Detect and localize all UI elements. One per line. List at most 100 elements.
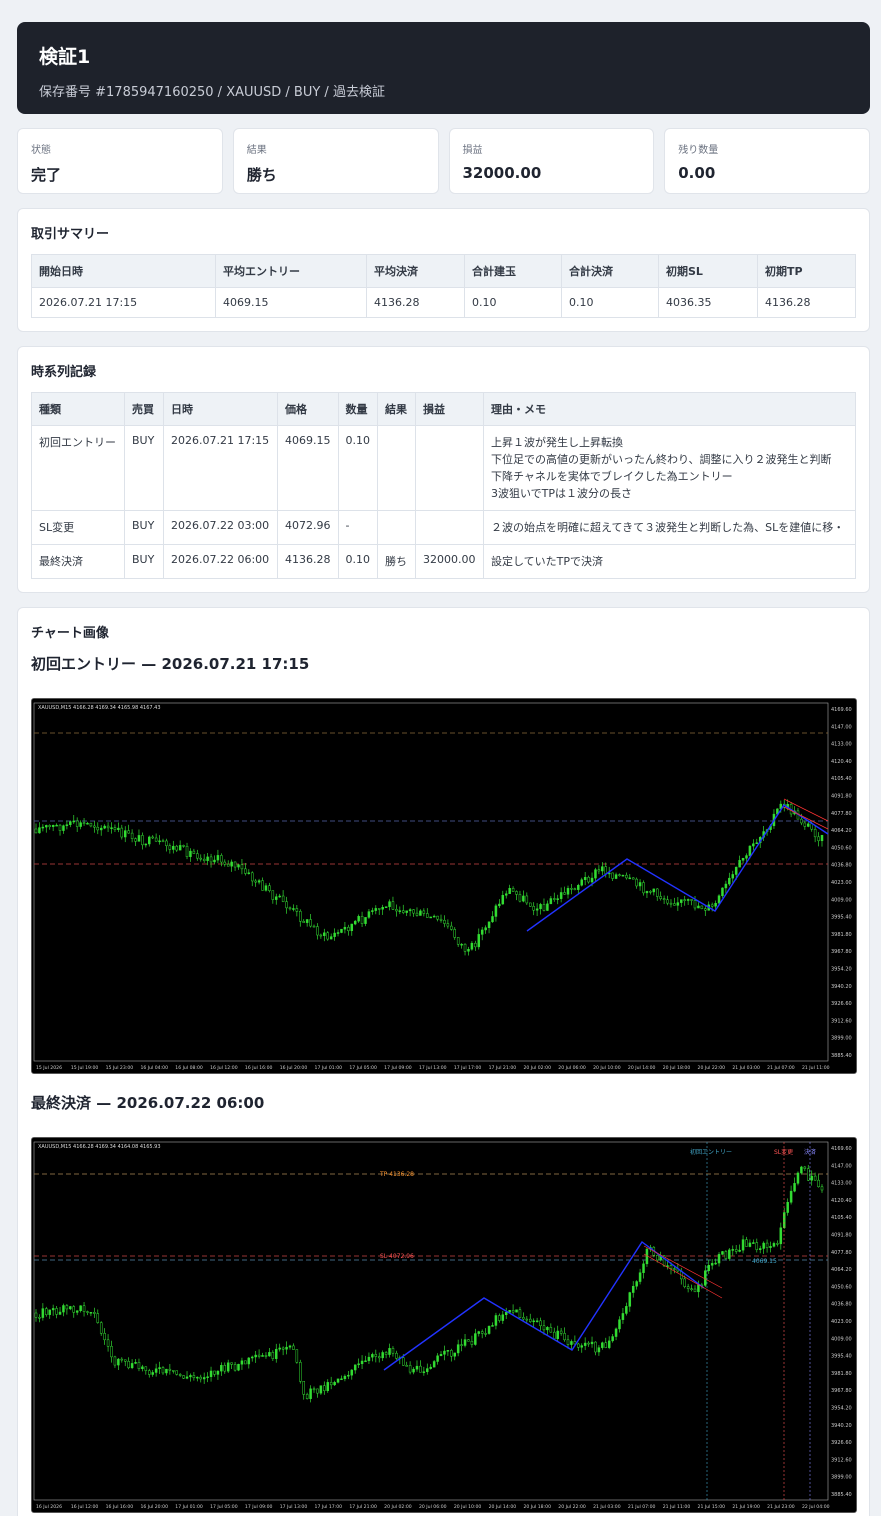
x-tick-label: 16 Jul 2026 — [36, 1504, 62, 1510]
candle-body — [326, 932, 329, 940]
col-header: 種類 — [31, 392, 125, 426]
candle-body — [175, 845, 178, 851]
table-cell: 32000.00 — [415, 544, 484, 579]
x-tick-label: 21 Jul 15:00 — [698, 1504, 726, 1510]
candle-body — [748, 845, 752, 856]
candle-body — [189, 1375, 192, 1378]
y-tick-label: 4091.80 — [831, 1233, 852, 1239]
candle-body — [525, 895, 529, 904]
candle-body — [199, 857, 203, 860]
candle-body — [429, 916, 432, 919]
candle-body — [793, 1183, 796, 1192]
table-row: 初回エントリー BUY 2026.07.21 17:15 4069.15 0.1… — [31, 425, 856, 511]
candle-body — [381, 1352, 384, 1359]
candle-body — [515, 891, 518, 895]
candle-body — [807, 1168, 810, 1181]
candle-body — [333, 932, 336, 937]
candle-body — [250, 1356, 254, 1359]
col-header: 結果 — [377, 392, 416, 426]
candle-body — [216, 1370, 220, 1375]
candle-body — [436, 915, 439, 920]
candle-body — [446, 1350, 450, 1352]
candle-body — [209, 856, 213, 863]
chart-background — [32, 1138, 856, 1512]
candle-body — [580, 1345, 583, 1348]
candle-body — [820, 835, 824, 842]
chart-annotation: TP 4136.28 — [379, 1171, 414, 1178]
stat-label: 損益 — [462, 145, 483, 156]
candle-body — [230, 1362, 233, 1365]
candle-body — [669, 902, 673, 905]
candle-body — [261, 1355, 264, 1357]
candle-body — [807, 823, 810, 827]
candle-body — [450, 1350, 453, 1357]
candle-body — [323, 932, 326, 936]
candle-body — [292, 908, 295, 910]
candle-body — [504, 893, 508, 896]
candle-body — [813, 1175, 817, 1181]
candle-body — [38, 1317, 41, 1319]
candle-body — [601, 866, 604, 872]
candle-body — [470, 942, 474, 950]
candle-body — [141, 835, 144, 846]
candle-body — [690, 1288, 693, 1290]
candle-body — [65, 824, 69, 826]
candle-body — [206, 856, 209, 861]
candle-body — [700, 905, 704, 909]
candle-body — [690, 899, 693, 901]
y-tick-label: 4077.80 — [831, 1250, 852, 1256]
candle-body — [415, 912, 419, 916]
candle-body — [247, 872, 251, 875]
candle-body — [820, 1186, 824, 1191]
x-tick-label: 16 Jul 08:00 — [175, 1065, 203, 1071]
candle-body — [628, 877, 632, 880]
candle-body — [405, 1365, 408, 1367]
y-tick-label: 3926.60 — [831, 1440, 852, 1446]
y-tick-label: 4105.40 — [831, 776, 852, 782]
candle-body — [772, 1243, 776, 1247]
candle-body — [587, 1342, 590, 1345]
candle-body — [237, 1363, 240, 1371]
x-tick-label: 20 Jul 14:00 — [628, 1065, 656, 1071]
candle-body — [642, 882, 645, 894]
candle-body — [638, 1272, 642, 1282]
candle-body — [628, 1292, 632, 1307]
candle-body — [642, 1263, 645, 1273]
y-tick-label: 4036.80 — [831, 1302, 852, 1308]
candle-body — [165, 840, 168, 847]
candle-body — [745, 1239, 748, 1247]
y-tick-label: 3967.80 — [831, 949, 852, 955]
candle-body — [79, 822, 82, 827]
candle-body — [299, 911, 302, 922]
candle-body — [542, 904, 546, 911]
candle-body — [762, 1242, 765, 1249]
candle-body — [309, 1388, 312, 1399]
candle-body — [220, 855, 223, 863]
y-tick-label: 3899.00 — [831, 1475, 852, 1481]
y-tick-label: 3995.40 — [831, 915, 852, 921]
candle-body — [172, 845, 175, 850]
charts-title: チャート画像 — [31, 626, 109, 641]
candle-body — [577, 1343, 580, 1348]
candle-body — [714, 903, 717, 907]
candle-body — [319, 1385, 323, 1394]
candle-body — [72, 820, 76, 823]
table-row: 2026.07.21 17:15 4069.15 4136.28 0.10 0.… — [31, 287, 856, 318]
table-cell: 4072.96 — [277, 510, 339, 545]
candle-body — [168, 1368, 172, 1371]
candle-body — [353, 920, 357, 925]
candle-body — [707, 1265, 710, 1271]
candle-body — [635, 878, 638, 887]
candle-body — [741, 1239, 745, 1251]
candle-body — [106, 825, 110, 829]
candle-body — [312, 1388, 316, 1391]
candle-body — [522, 895, 525, 902]
candle-body — [463, 1339, 467, 1346]
candle-body — [655, 1255, 659, 1261]
col-header: 初期SL — [658, 254, 758, 288]
candle-body — [137, 835, 141, 842]
table-row: SL変更 BUY 2026.07.22 03:00 4072.96 - ２波の始… — [31, 510, 856, 545]
candle-body — [278, 1347, 281, 1350]
candle-body — [474, 1333, 477, 1345]
candle-body — [494, 905, 498, 917]
